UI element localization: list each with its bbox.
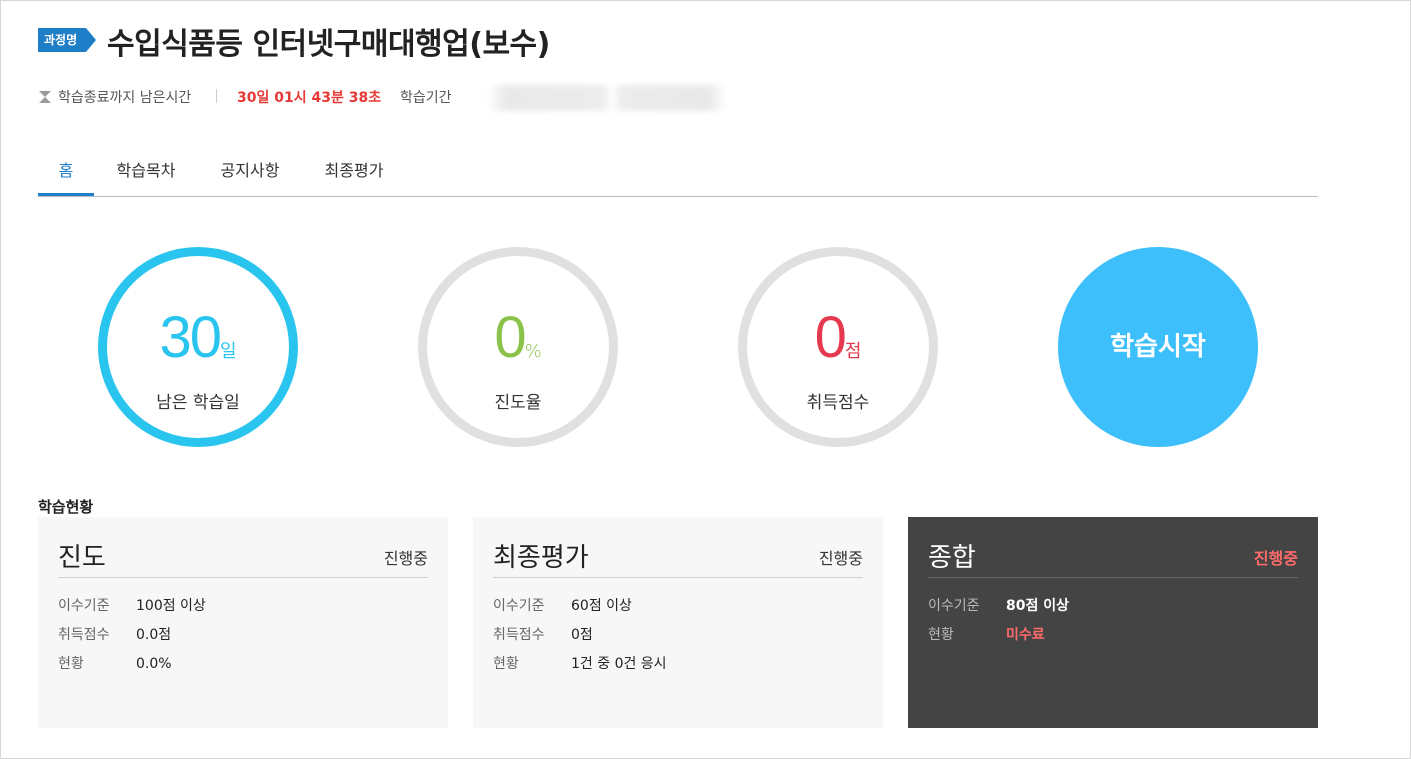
score-circle: 0점 취득점수: [738, 247, 938, 447]
progress-card: 진도 진행중 이수기준 100점 이상 취득점수 0.0점 현황 0.0%: [38, 517, 448, 728]
course-badge: 과정명: [38, 28, 96, 52]
row-value: 60점 이상: [571, 598, 632, 614]
row-value: 1건 중 0건 응시: [571, 656, 667, 672]
card-row: 현황 미수료: [928, 624, 1045, 644]
card-row: 취득점수 0점: [493, 624, 593, 644]
card-title: 최종평가: [493, 543, 589, 573]
card-row: 현황 0.0%: [58, 653, 172, 673]
start-learning-button[interactable]: 학습시작: [1058, 247, 1258, 447]
row-label: 이수기준: [58, 598, 110, 614]
row-label: 현황: [928, 627, 954, 643]
row-value: 0.0점: [136, 627, 172, 643]
row-label: 취득점수: [493, 627, 545, 643]
tab-bar: 홈 학습목차 공지사항 최종평가: [38, 159, 1318, 197]
card-row: 현황 1건 중 0건 응시: [493, 653, 667, 673]
progress-rate-value-wrap: 0%: [427, 304, 609, 371]
study-period-label: 학습기간: [400, 90, 452, 106]
score-value: 0: [814, 305, 847, 370]
card-title: 진도: [58, 543, 106, 573]
tab-home[interactable]: 홈: [38, 159, 94, 196]
score-value-wrap: 0점: [747, 304, 929, 371]
remaining-days-caption: 남은 학습일: [156, 393, 240, 413]
card-divider: [493, 577, 863, 578]
card-row: 취득점수 0.0점: [58, 624, 171, 644]
remaining-days-value: 30: [159, 305, 221, 370]
progress-rate-value: 0: [494, 305, 526, 370]
card-title: 종합: [928, 543, 976, 573]
card-state: 진행중: [818, 549, 863, 568]
score-unit: 점: [844, 341, 862, 362]
remaining-days-unit: 일: [219, 341, 237, 362]
row-label: 현황: [493, 656, 519, 672]
card-divider: [58, 577, 428, 578]
course-title: 수입식품등 인터넷구매대행업(보수): [107, 27, 550, 62]
overall-card: 종합 진행중 이수기준 80점 이상 현황 미수료: [908, 517, 1318, 728]
tab-final-exam[interactable]: 최종평가: [316, 159, 392, 195]
remaining-days-value-wrap: 30일: [107, 304, 289, 371]
card-row: 이수기준 60점 이상: [493, 595, 632, 615]
hourglass-icon: [39, 91, 51, 103]
row-label: 이수기준: [493, 598, 545, 614]
card-state: 진행중: [1253, 549, 1298, 568]
row-value: 80점 이상: [1006, 598, 1069, 614]
remaining-days-circle: 30일 남은 학습일: [98, 247, 298, 447]
row-value: 100점 이상: [136, 598, 206, 614]
row-label: 이수기준: [928, 598, 980, 614]
row-value: 미수료: [1006, 627, 1045, 643]
row-value: 0.0%: [136, 656, 172, 672]
study-period-value-redacted: [487, 85, 727, 111]
remaining-time-value: 30일 01시 43분 38초: [237, 90, 382, 106]
progress-rate-unit: %: [524, 341, 542, 362]
row-label: 취득점수: [58, 627, 110, 643]
row-label: 현황: [58, 656, 84, 672]
card-state: 진행중: [383, 549, 428, 568]
final-exam-card: 최종평가 진행중 이수기준 60점 이상 취득점수 0점 현황 1건 중 0건 응시: [473, 517, 883, 728]
progress-rate-circle: 0% 진도율: [418, 247, 618, 447]
card-row: 이수기준 100점 이상: [58, 595, 206, 615]
score-caption: 취득점수: [806, 393, 870, 413]
card-divider: [928, 577, 1298, 578]
row-value: 0점: [571, 627, 593, 643]
learning-status-heading: 학습현황: [38, 498, 94, 516]
meta-divider: [216, 89, 217, 103]
tab-contents[interactable]: 학습목차: [108, 159, 184, 195]
tab-notices[interactable]: 공지사항: [212, 159, 288, 195]
remaining-time-label: 학습종료까지 남은시간: [58, 90, 192, 106]
card-row: 이수기준 80점 이상: [928, 595, 1069, 615]
progress-rate-caption: 진도율: [494, 393, 542, 413]
